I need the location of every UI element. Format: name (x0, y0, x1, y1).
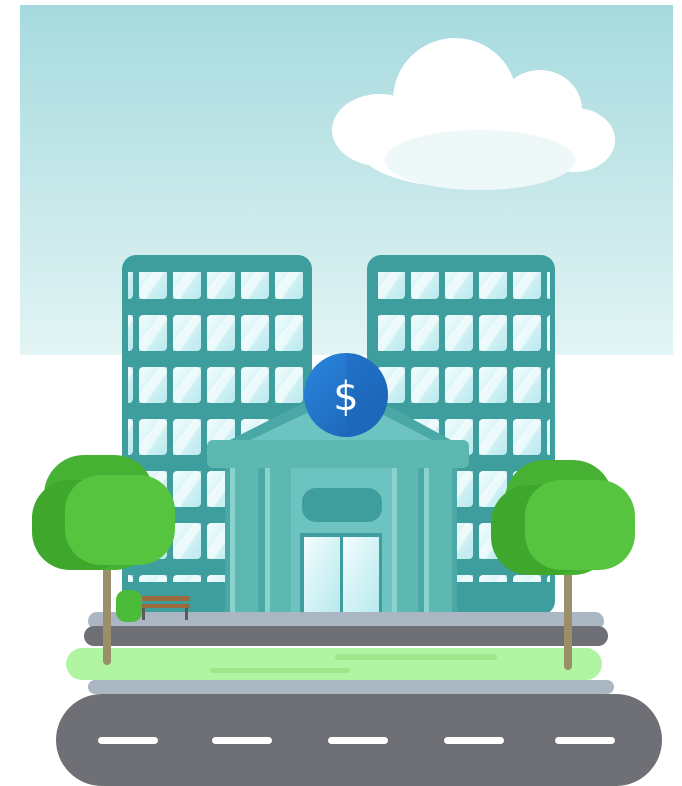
lane-marking (212, 737, 272, 744)
lane-marking (555, 737, 615, 744)
sign-plaque (302, 488, 382, 522)
bank-illustration: $ (20, 5, 673, 786)
road (56, 694, 662, 786)
sky (20, 5, 673, 355)
curb (88, 680, 614, 694)
dollar-symbol: $ (333, 374, 358, 420)
lane-marking (98, 737, 158, 744)
grass-strip (66, 648, 602, 680)
lane-marking (444, 737, 504, 744)
bush (116, 590, 142, 622)
lane-marking (328, 737, 388, 744)
dollar-coin-icon: $ (304, 353, 388, 437)
